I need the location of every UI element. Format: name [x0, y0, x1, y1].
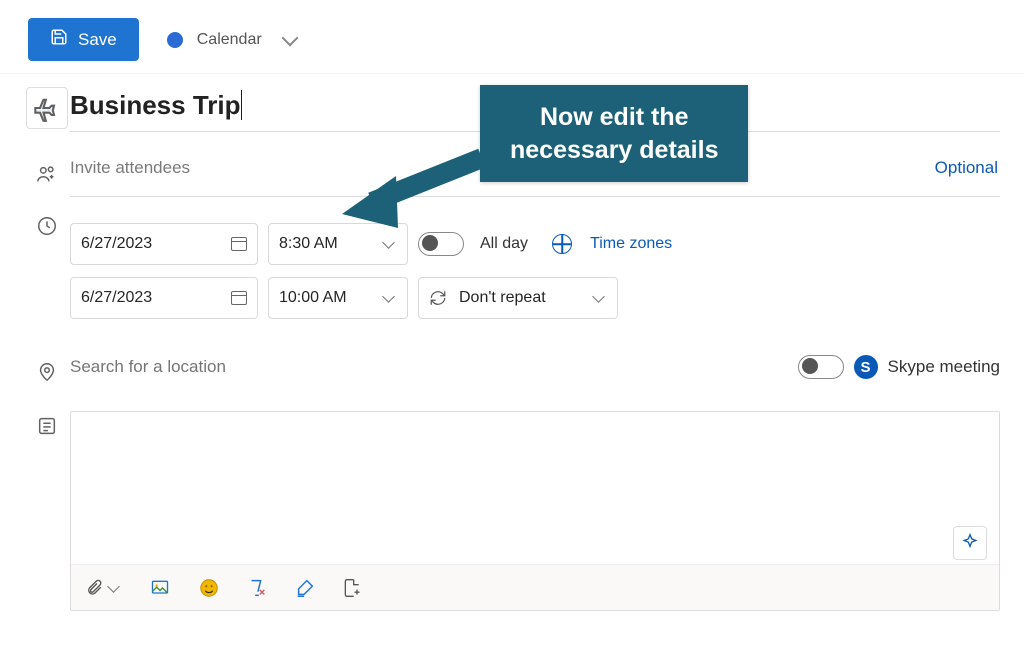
optional-link[interactable]: Optional: [935, 158, 1000, 178]
start-time-input[interactable]: 8:30 AM: [268, 223, 408, 265]
clear-format-button[interactable]: [246, 577, 268, 599]
format-toolbar: [71, 564, 999, 610]
airplane-icon: [33, 94, 61, 122]
end-time-input[interactable]: 10:00 AM: [268, 277, 408, 319]
repeat-icon: [429, 289, 447, 307]
calendar-color-dot: [167, 32, 183, 48]
emoji-button[interactable]: [198, 577, 220, 599]
location-icon: [36, 361, 58, 383]
globe-icon: [552, 234, 572, 254]
skype-label: Skype meeting: [888, 357, 1000, 377]
chevron-down-icon: [592, 290, 605, 303]
attendees-input[interactable]: Invite attendees: [70, 158, 190, 178]
end-date-input[interactable]: 6/27/2023: [70, 277, 258, 319]
location-row: S Skype meeting: [18, 339, 1006, 405]
insert-file-button[interactable]: [342, 577, 362, 599]
all-day-label: All day: [480, 235, 528, 253]
top-toolbar: Save Calendar: [0, 0, 1024, 74]
calendar-icon: [231, 237, 247, 251]
suggestion-button[interactable]: [953, 526, 987, 560]
people-icon: [36, 163, 58, 185]
skype-icon: S: [854, 355, 878, 379]
chevron-down-icon: [107, 580, 120, 593]
save-label: Save: [78, 30, 117, 50]
start-date-input[interactable]: 6/27/2023: [70, 223, 258, 265]
chevron-down-icon: [382, 290, 395, 303]
save-button[interactable]: Save: [28, 18, 139, 61]
time-row: 6/27/2023 8:30 AM All day Time zones 6/2…: [18, 203, 1006, 339]
highlight-button[interactable]: [294, 577, 316, 599]
callout-arrow-icon: [342, 158, 492, 218]
chevron-down-icon: [281, 29, 298, 46]
calendar-label: Calendar: [197, 31, 262, 49]
category-icon-button[interactable]: [24, 87, 70, 129]
attach-button[interactable]: [85, 577, 122, 599]
description-icon: [36, 415, 58, 437]
location-input[interactable]: [70, 357, 798, 377]
time-zones-link[interactable]: Time zones: [590, 235, 672, 253]
calendar-icon: [231, 291, 247, 305]
skype-toggle[interactable]: [798, 355, 844, 379]
calendar-selector[interactable]: Calendar: [167, 31, 296, 49]
clock-icon: [36, 215, 58, 237]
all-day-toggle[interactable]: [418, 232, 464, 256]
save-icon: [50, 28, 68, 51]
instruction-callout: Now edit the necessary details: [480, 85, 748, 182]
description-editor[interactable]: [70, 411, 1000, 611]
description-row: [18, 405, 1006, 617]
repeat-select[interactable]: Don't repeat: [418, 277, 618, 319]
chevron-down-icon: [382, 236, 395, 249]
insert-image-button[interactable]: [148, 578, 172, 598]
